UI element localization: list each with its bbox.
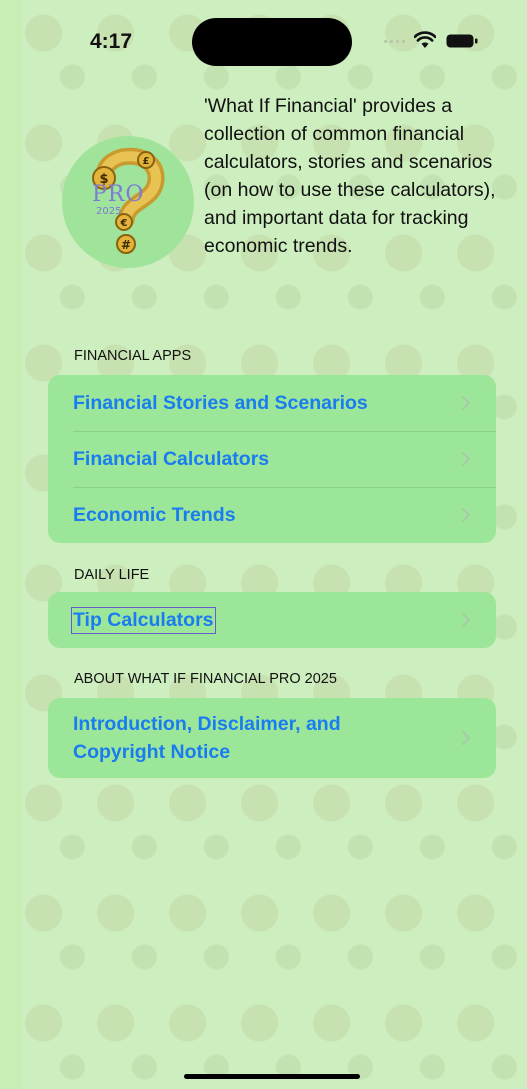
cellular-signal-icon (384, 40, 405, 43)
daily-life-group: Tip Calculators (48, 592, 496, 648)
chevron-right-icon (462, 396, 470, 410)
row-label: Introduction, Disclaimer, and Copyright … (73, 713, 341, 763)
chevron-right-icon (462, 508, 470, 522)
section-header-financial-apps: FINANCIAL APPS (74, 348, 192, 364)
intro-description: 'What If Financial' provides a collectio… (204, 95, 496, 257)
logo-pro-text: PRO (92, 182, 145, 207)
row-financial-stories[interactable]: Financial Stories and Scenarios (48, 375, 496, 431)
background-edge (0, 0, 22, 1089)
row-label: Financial Stories and Scenarios (73, 391, 368, 414)
svg-text:€: € (120, 218, 128, 229)
financial-apps-group: Financial Stories and Scenarios Financia… (48, 375, 496, 543)
row-financial-calculators[interactable]: Financial Calculators (48, 431, 496, 487)
app-screen: 4:17 $ £ € # PRO 2025 'What If Financial… (22, 0, 527, 1089)
section-header-about: ABOUT WHAT IF FINANCIAL PRO 2025 (74, 671, 337, 687)
logo-year-text: 2025 (96, 206, 122, 217)
svg-text:£: £ (143, 156, 150, 167)
status-time: 4:17 (90, 30, 133, 53)
row-label: Economic Trends (73, 503, 236, 526)
about-group: Introduction, Disclaimer, and Copyright … (48, 698, 496, 778)
chevron-right-icon (462, 613, 470, 627)
chevron-right-icon (462, 452, 470, 466)
svg-text:#: # (121, 238, 131, 252)
row-introduction-disclaimer[interactable]: Introduction, Disclaimer, and Copyright … (48, 698, 496, 778)
row-economic-trends[interactable]: Economic Trends (48, 487, 496, 543)
row-tip-calculators[interactable]: Tip Calculators (48, 592, 496, 648)
dynamic-island (192, 18, 352, 66)
app-logo: $ £ € # PRO 2025 (62, 136, 194, 268)
row-label: Tip Calculators (71, 606, 216, 634)
chevron-right-icon (462, 731, 470, 745)
wifi-icon (414, 31, 436, 48)
section-header-daily-life: DAILY LIFE (74, 567, 150, 583)
home-indicator[interactable] (184, 1074, 360, 1079)
battery-icon (446, 34, 478, 48)
row-label: Financial Calculators (73, 447, 270, 470)
